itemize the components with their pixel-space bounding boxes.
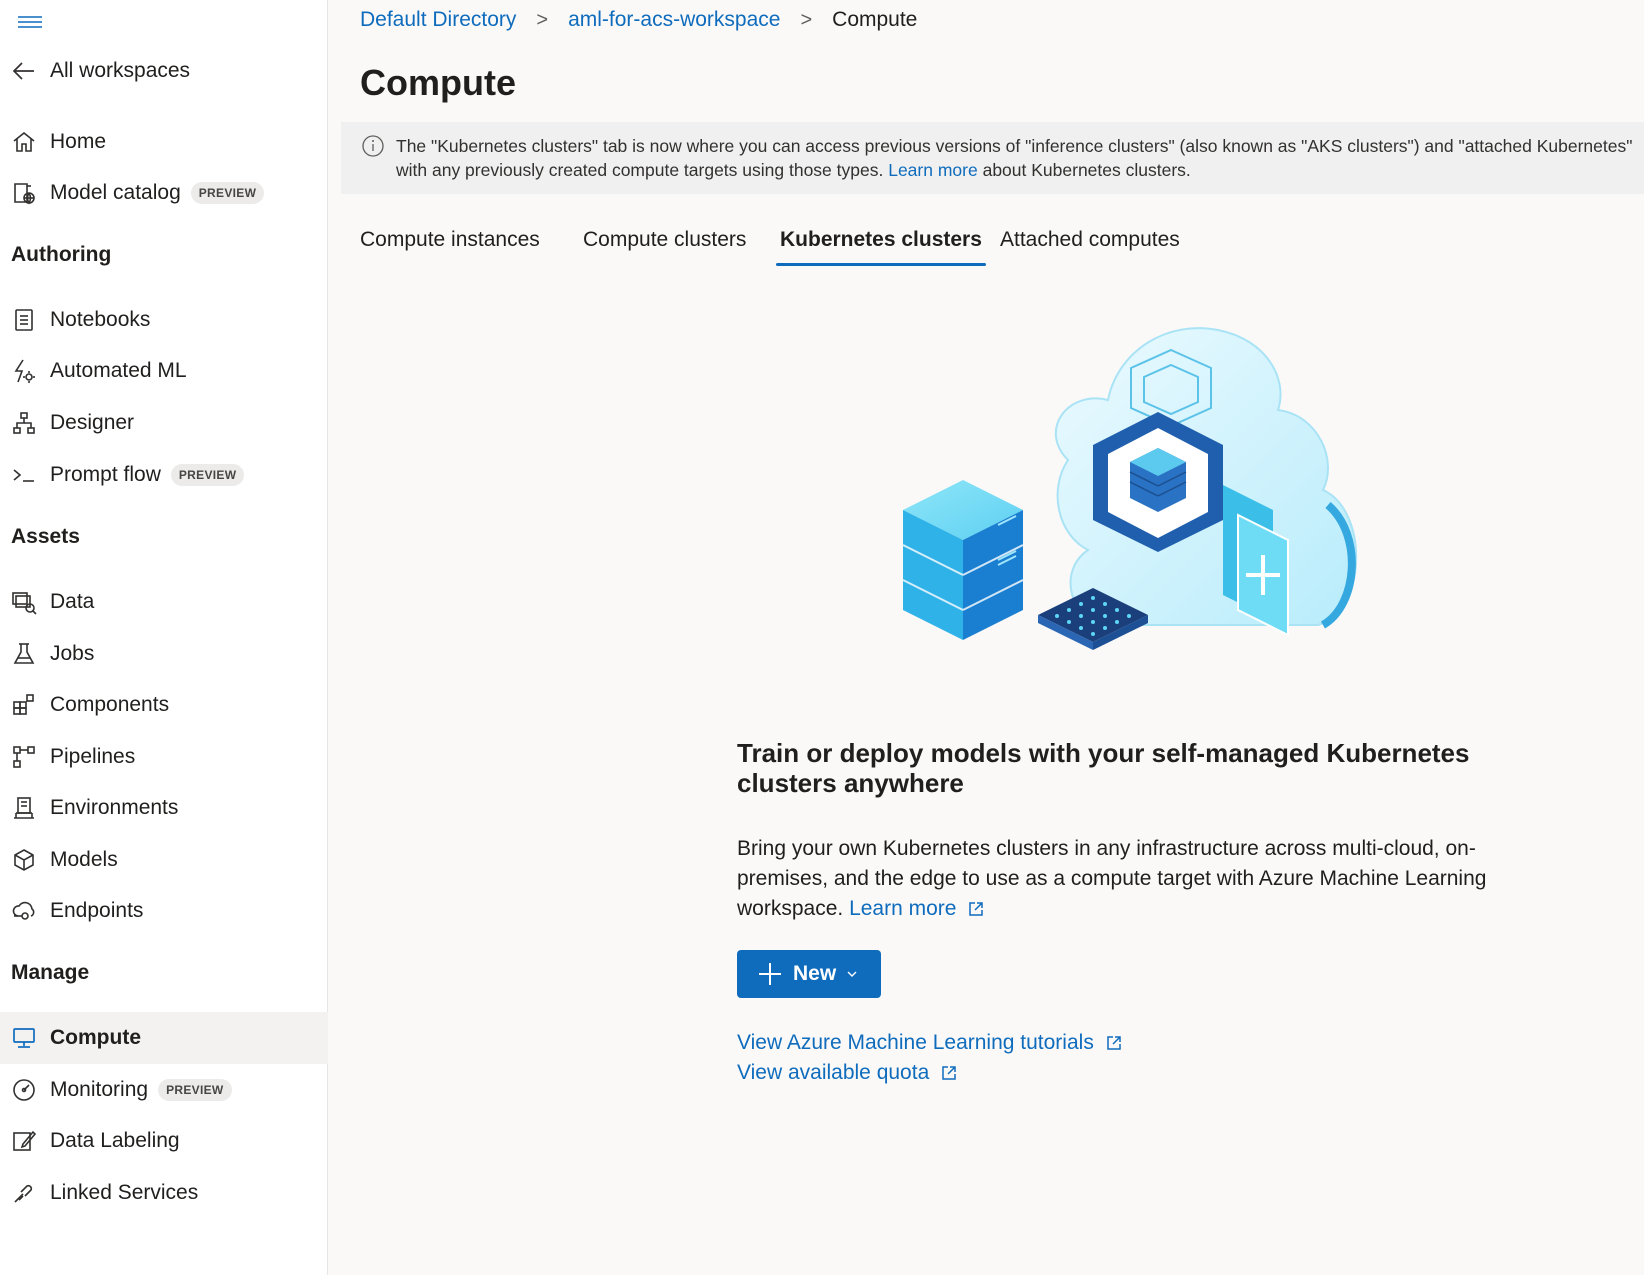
learn-more-link[interactable]: Learn more — [849, 897, 956, 920]
new-button[interactable]: New — [737, 950, 881, 998]
linked-services-icon — [10, 1179, 38, 1207]
home-icon — [10, 128, 38, 156]
sidebar-item-data[interactable]: Data — [0, 576, 328, 628]
chevron-down-icon — [847, 971, 857, 977]
sidebar-item-label: Data Labeling — [50, 1129, 180, 1152]
models-cube-icon — [10, 846, 38, 874]
sidebar-item-label: Models — [50, 848, 118, 871]
plus-icon — [759, 963, 781, 985]
sidebar-item-label: Components — [50, 693, 170, 716]
sidebar-item-label: Compute — [50, 1026, 141, 1049]
kubernetes-illustration — [902, 327, 1358, 650]
sidebar-item-automated-ml[interactable]: Automated ML — [0, 345, 328, 397]
sidebar-item-label: Notebooks — [50, 308, 151, 331]
sidebar-item-label: Data — [50, 590, 95, 613]
quota-link[interactable]: View available quota — [737, 1061, 929, 1084]
sidebar-item-label: Environments — [50, 796, 179, 819]
sidebar-item-label: Jobs — [50, 642, 95, 665]
sidebar-item-data-labeling[interactable]: Data Labeling — [0, 1115, 328, 1167]
sidebar-item-linked-services[interactable]: Linked Services — [0, 1167, 328, 1219]
all-workspaces-label: All workspaces — [50, 59, 191, 82]
arrow-left-icon — [10, 57, 38, 85]
page-title: Compute — [360, 62, 516, 103]
sidebar-item-label: Model catalog — [50, 181, 181, 204]
info-text-suffix: about Kubernetes clusters. — [982, 160, 1191, 180]
designer-icon — [10, 409, 38, 437]
endpoints-icon — [10, 897, 38, 925]
sidebar-item-label: Pipelines — [50, 745, 136, 768]
info-message-bar: The "Kubernetes clusters" tab is now whe… — [341, 122, 1644, 194]
data-labeling-icon — [10, 1127, 38, 1155]
sidebar-item-monitoring[interactable]: Monitoring PREVIEW — [0, 1064, 328, 1116]
sidebar-item-label: Designer — [50, 411, 135, 434]
tab-attached-computes[interactable]: Attached computes — [1000, 228, 1180, 266]
sidebar-item-jobs[interactable]: Jobs — [0, 628, 328, 680]
chevron-right-icon: > — [800, 8, 813, 31]
sidebar-item-environments[interactable]: Environments — [0, 782, 328, 834]
external-link-icon — [969, 902, 984, 917]
automated-ml-icon — [10, 357, 38, 385]
external-link-icon — [942, 1066, 957, 1081]
pipelines-icon — [10, 743, 38, 771]
main-content: Default Directory > aml-for-acs-workspac… — [328, 0, 1644, 1275]
tab-compute-clusters[interactable]: Compute clusters — [583, 228, 746, 266]
help-link-row: View available quota — [737, 1058, 1122, 1088]
all-workspaces-link[interactable]: All workspaces — [0, 45, 328, 97]
environments-icon — [10, 794, 38, 822]
breadcrumb-workspace[interactable]: aml-for-acs-workspace — [568, 8, 780, 32]
notebook-icon — [10, 306, 38, 334]
preview-badge: PREVIEW — [190, 182, 265, 204]
preview-badge: PREVIEW — [158, 1079, 232, 1101]
sidebar: All workspaces Home Model catalog PREVIE… — [0, 0, 328, 1275]
section-header-authoring: Authoring — [11, 243, 112, 266]
info-icon — [362, 135, 384, 157]
sidebar-item-label: Endpoints — [50, 899, 144, 922]
sidebar-item-components[interactable]: Components — [0, 679, 328, 731]
sidebar-item-endpoints[interactable]: Endpoints — [0, 885, 328, 937]
breadcrumb-default-directory[interactable]: Default Directory — [360, 8, 516, 32]
sidebar-item-home[interactable]: Home — [0, 116, 328, 168]
prompt-flow-icon — [10, 461, 38, 489]
sidebar-item-compute[interactable]: Compute — [0, 1012, 328, 1064]
external-link-icon — [1107, 1036, 1121, 1051]
sidebar-item-model-catalog[interactable]: Model catalog PREVIEW — [0, 167, 328, 219]
monitoring-gauge-icon — [10, 1076, 38, 1104]
new-button-label: New — [793, 962, 837, 985]
sidebar-item-models[interactable]: Models — [0, 834, 328, 886]
jobs-flask-icon — [10, 640, 38, 668]
sidebar-item-label: Linked Services — [50, 1181, 199, 1204]
empty-state-title: Train or deploy models with your self-ma… — [737, 738, 1470, 798]
info-text-line-1: The "Kubernetes clusters" tab is now whe… — [396, 136, 1633, 156]
breadcrumb-current: Compute — [832, 8, 918, 31]
sidebar-item-prompt-flow[interactable]: Prompt flow PREVIEW — [0, 449, 328, 501]
sidebar-item-label: Prompt flow — [50, 463, 161, 486]
tab-compute-instances[interactable]: Compute instances — [360, 228, 540, 266]
compute-monitor-icon — [10, 1024, 38, 1052]
chevron-right-icon: > — [536, 8, 549, 31]
info-learn-more-link[interactable]: Learn more — [888, 160, 978, 180]
components-icon — [10, 691, 38, 719]
sidebar-item-label: Automated ML — [50, 359, 187, 382]
sidebar-item-label: Monitoring — [50, 1078, 149, 1101]
help-links: View Azure Machine Learning tutorials Vi… — [737, 1028, 1122, 1088]
empty-state-description: Bring your own Kubernetes clusters in an… — [737, 834, 1497, 924]
section-header-manage: Manage — [11, 961, 90, 984]
sidebar-item-designer[interactable]: Designer — [0, 397, 328, 449]
sidebar-item-pipelines[interactable]: Pipelines — [0, 731, 328, 783]
hamburger-menu-icon[interactable] — [16, 8, 44, 36]
info-text-line-2: with any previously created compute targ… — [396, 158, 1644, 182]
help-link-row: View Azure Machine Learning tutorials — [737, 1028, 1122, 1058]
tab-kubernetes-clusters[interactable]: Kubernetes clusters — [776, 228, 986, 266]
breadcrumb: Default Directory > aml-for-acs-workspac… — [360, 8, 917, 32]
sidebar-item-label: Home — [50, 130, 107, 153]
preview-badge: PREVIEW — [170, 464, 245, 486]
model-catalog-icon — [10, 179, 38, 207]
data-icon — [10, 588, 38, 616]
info-text-prefix: with any previously created compute targ… — [396, 160, 884, 180]
tutorials-link[interactable]: View Azure Machine Learning tutorials — [737, 1031, 1094, 1054]
sidebar-item-notebooks[interactable]: Notebooks — [0, 294, 328, 346]
section-header-assets: Assets — [11, 525, 80, 548]
